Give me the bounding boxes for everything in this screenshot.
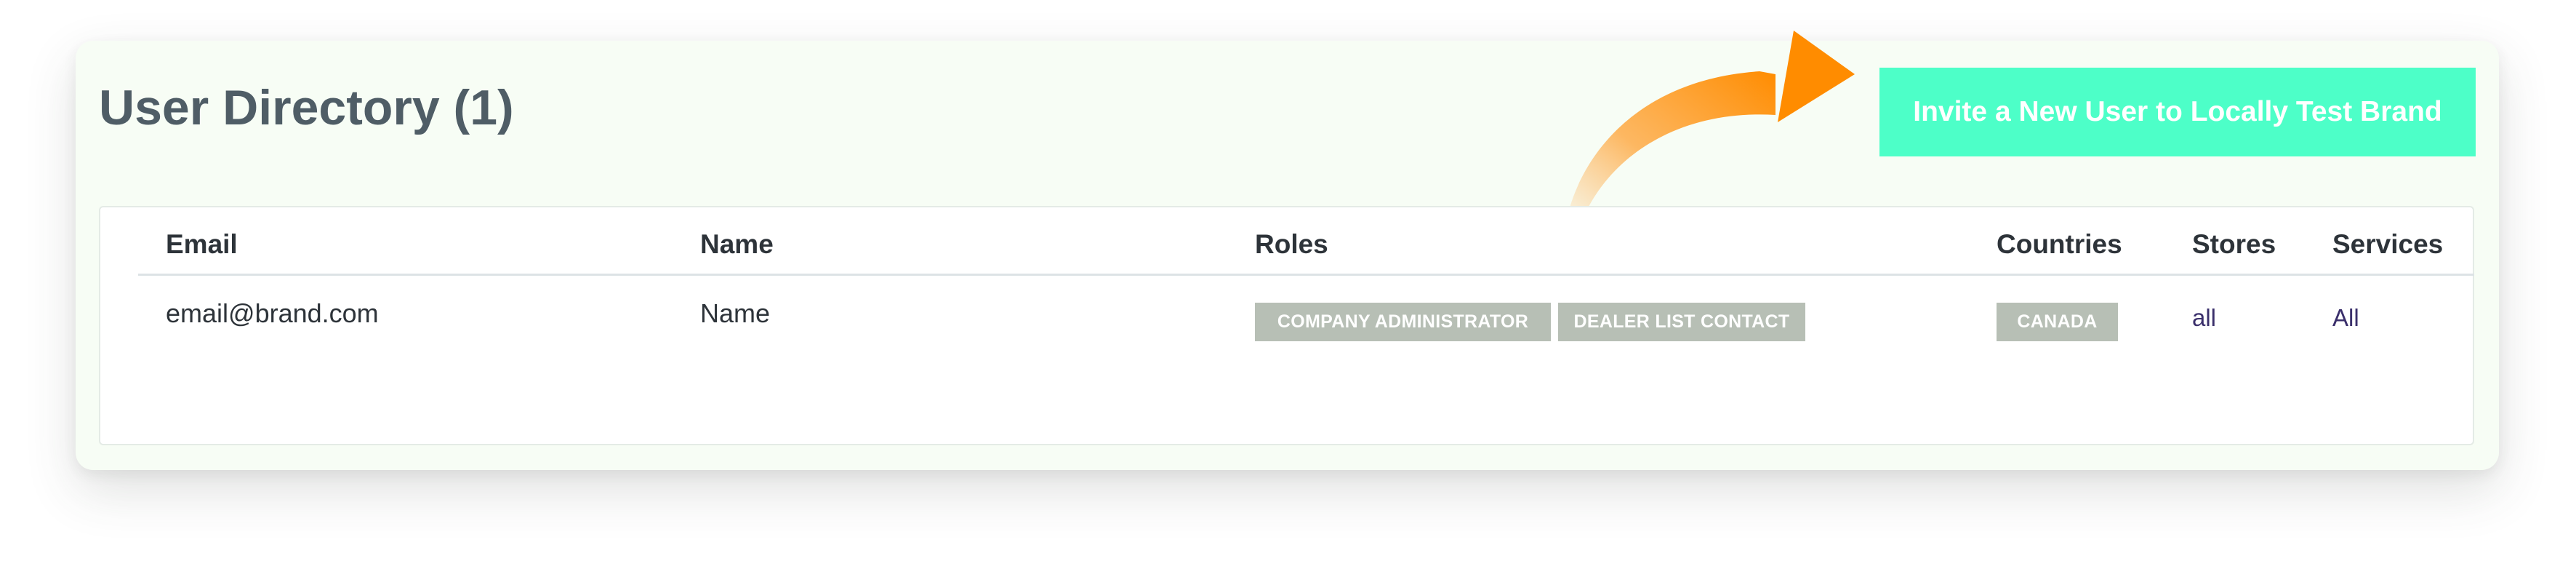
stores-link[interactable]: all	[2192, 294, 2216, 342]
column-header-email[interactable]: Email	[166, 218, 238, 271]
stage: User Directory (1) Invite a New User to …	[0, 0, 2576, 585]
role-badge-dealer-list-contact: DEALER LIST CONTACT	[1558, 303, 1805, 341]
column-header-roles[interactable]: Roles	[1255, 218, 1328, 271]
column-header-services[interactable]: Services	[2332, 218, 2443, 271]
column-header-countries[interactable]: Countries	[1997, 218, 2122, 271]
page-title: User Directory (1)	[99, 80, 514, 135]
services-link[interactable]: All	[2332, 294, 2359, 342]
email-cell: email@brand.com	[166, 298, 379, 328]
name-cell: Name	[700, 298, 771, 328]
invite-user-button[interactable]: Invite a New User to Locally Test Brand	[1879, 68, 2476, 156]
column-header-stores[interactable]: Stores	[2192, 218, 2276, 271]
column-header-name[interactable]: Name	[700, 218, 774, 271]
role-badge-company-administrator: COMPANY ADMINISTRATOR	[1255, 303, 1551, 341]
country-badge-canada: CANADA	[1997, 303, 2118, 341]
